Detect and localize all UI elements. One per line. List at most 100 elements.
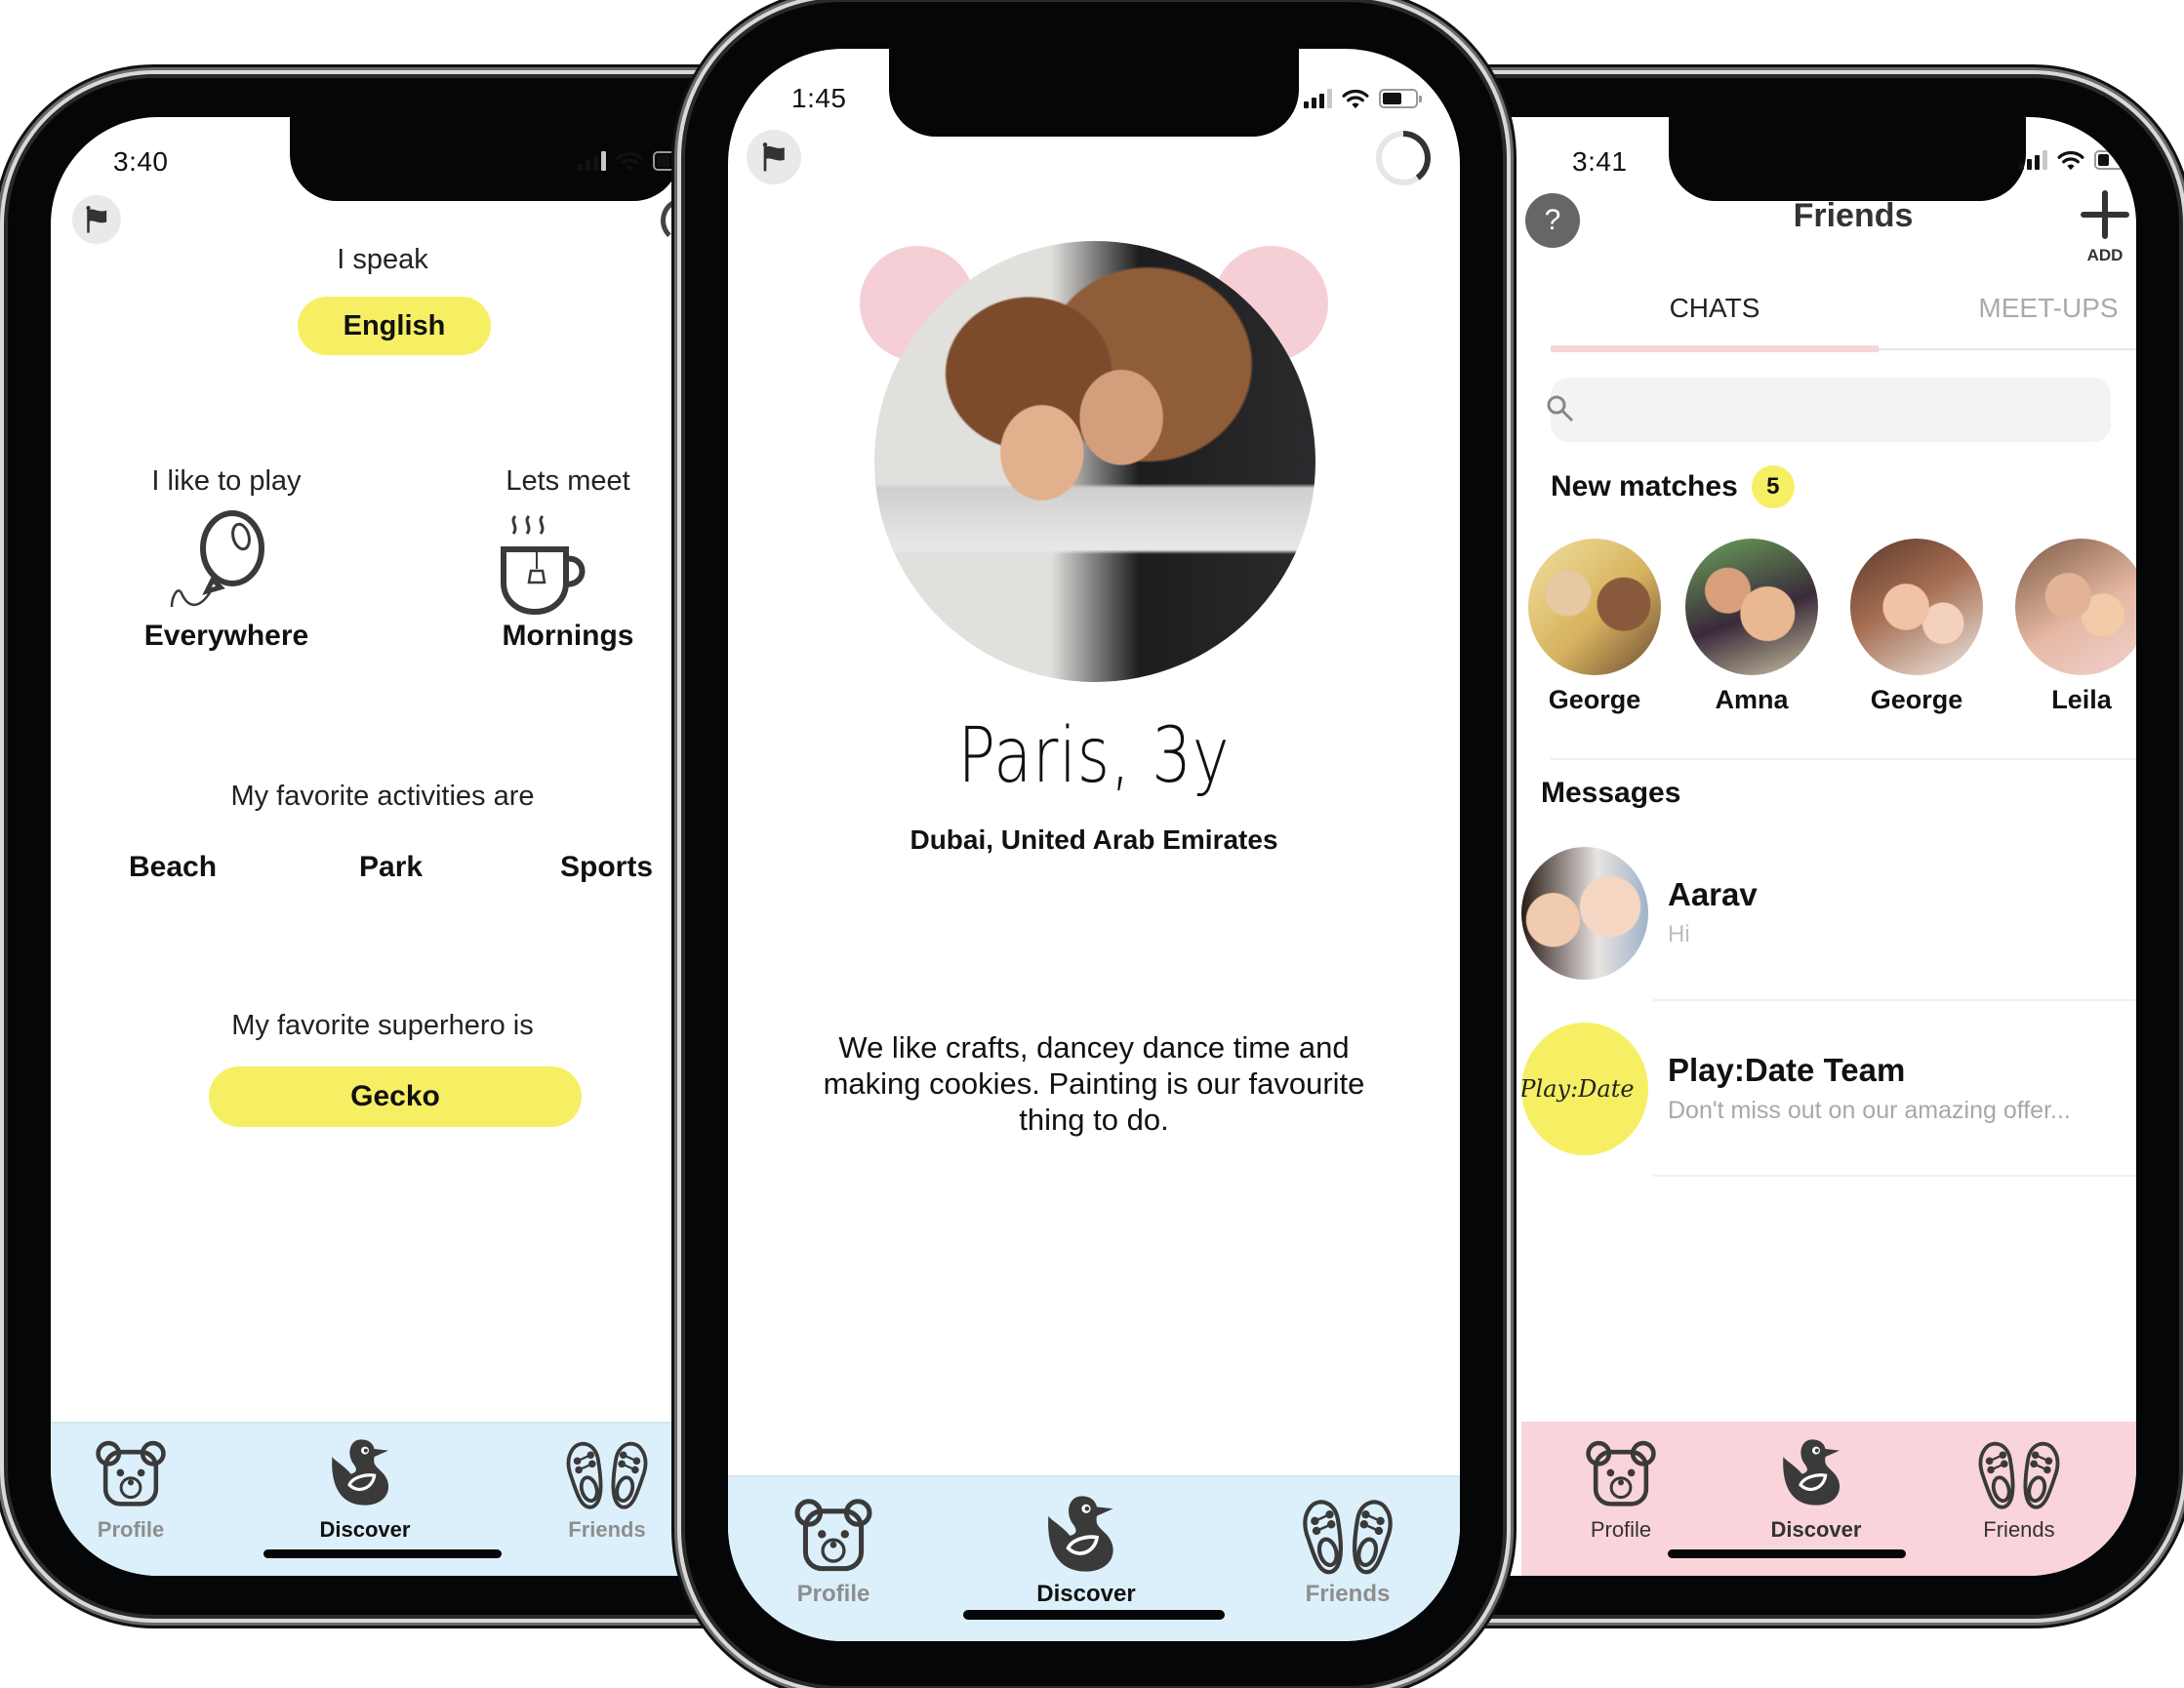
new-matches-header: New matches 5 [1551, 465, 1795, 508]
progress-ring-arc [1402, 131, 1431, 181]
status-time: 1:45 [791, 83, 847, 113]
report-flag-button[interactable] [747, 130, 801, 184]
plus-icon [2081, 190, 2129, 239]
profile-bio: We like crafts, dancey dance time and ma… [823, 1030, 1365, 1137]
tab-label: Discover [1036, 1581, 1136, 1607]
signal-icon [578, 151, 606, 171]
rubber-duck-icon [1775, 1433, 1857, 1511]
match-item[interactable]: George [1521, 539, 1668, 715]
message-sender: Play:Date Team [1668, 1052, 1906, 1088]
baby-shoes-icon [1294, 1495, 1401, 1577]
activities-label: My favorite activities are [230, 781, 535, 812]
message-preview: Don't miss out on our amazing offer... [1668, 1097, 2071, 1124]
baby-shoes-icon [1970, 1437, 2068, 1511]
page-title: Friends [1793, 197, 1914, 234]
avatar [1850, 539, 1983, 675]
progress-ring-icon[interactable] [1374, 129, 1433, 187]
teddy-bear-icon [90, 1437, 172, 1511]
balloon-icon [170, 510, 264, 608]
add-friend-button[interactable]: ADD [2080, 189, 2130, 265]
tab-label: Friends [1305, 1581, 1391, 1607]
avatar [1521, 847, 1648, 980]
tab-label: Profile [796, 1581, 870, 1607]
speak-label: I speak [337, 244, 428, 275]
match-name: George [1870, 685, 1963, 714]
tab-label: Profile [1590, 1517, 1652, 1542]
battery-icon [2094, 150, 2136, 170]
notch [1669, 117, 2026, 201]
tab-friends[interactable]: Friends [1970, 1424, 2068, 1576]
tea-cup-icon [501, 514, 586, 616]
help-button[interactable]: ? [1525, 193, 1580, 248]
teddy-bear-icon [1580, 1437, 1662, 1511]
new-matches-title: New matches [1551, 470, 1738, 502]
tab-label: Friends [568, 1517, 646, 1542]
profile-name-age: Paris, 3y [957, 712, 1231, 800]
status-time: 3:41 [1572, 146, 1628, 177]
add-label: ADD [2086, 246, 2123, 264]
match-name: Amna [1715, 685, 1789, 714]
match-name: Leila [2051, 685, 2112, 714]
home-indicator[interactable] [1668, 1549, 1906, 1558]
tab-label: Friends [1983, 1517, 2055, 1542]
tab-profile[interactable]: Profile [90, 1424, 172, 1576]
play-label: I like to play [151, 465, 302, 497]
search-input[interactable] [1547, 378, 2111, 442]
tab-meet-ups[interactable]: MEET-UPS [1941, 293, 2136, 324]
help-icon: ? [1544, 204, 1561, 236]
home-indicator[interactable] [263, 1549, 502, 1558]
row-divider [1653, 1175, 2136, 1177]
wifi-icon [616, 150, 643, 172]
profile-location: Dubai, United Arab Emirates [910, 824, 1278, 855]
rubber-duck-icon [1039, 1489, 1133, 1579]
tab-friends[interactable]: Friends [1294, 1477, 1401, 1641]
tab-label: Discover [1770, 1517, 1862, 1542]
active-tab-indicator [1551, 345, 1879, 352]
profile-photo[interactable] [874, 241, 1315, 682]
match-item[interactable]: Leila [2008, 539, 2136, 715]
avatar [1685, 539, 1818, 675]
notch [889, 49, 1299, 137]
language-pill-english[interactable]: English [298, 297, 491, 355]
tab-label: Discover [319, 1517, 411, 1542]
superhero-label: My favorite superhero is [231, 1010, 534, 1041]
match-item[interactable]: George [1843, 539, 1990, 715]
playdate-logo-text: Play:Date [1521, 1075, 1635, 1103]
tab-label: Profile [97, 1517, 165, 1542]
match-item[interactable]: Amna [1678, 539, 1825, 715]
activity-park: Park [359, 851, 424, 883]
tab-profile[interactable]: Profile [1580, 1424, 1662, 1576]
search-icon [1547, 395, 1574, 422]
home-indicator[interactable] [963, 1610, 1225, 1620]
avatar [1528, 539, 1661, 675]
message-preview: Hi [1668, 921, 1690, 947]
play-value: Everywhere [143, 620, 309, 652]
meet-label: Lets meet [506, 465, 630, 497]
playdate-logo-avatar: Play:Date [1521, 1023, 1648, 1155]
section-divider [1551, 758, 2136, 760]
tab-friends[interactable]: Friends [558, 1424, 656, 1576]
phone-center-discover: 1:45 Paris, 3y Dubai, United Arab Emirat… [685, 2, 1503, 1686]
status-icons [1304, 88, 1422, 109]
activity-sports: Sports [560, 851, 654, 883]
signal-icon [2019, 150, 2047, 170]
status-icons [578, 150, 696, 172]
status-icons [2019, 149, 2136, 171]
baby-shoes-icon [558, 1437, 656, 1511]
activity-beach: Beach [129, 851, 218, 883]
message-sender: Aarav [1668, 876, 1758, 912]
new-matches-count-badge: 5 [1751, 465, 1795, 508]
flag-icon [756, 140, 791, 175]
signal-icon [1304, 89, 1332, 108]
flag-icon [80, 203, 113, 236]
report-flag-button[interactable] [72, 195, 121, 244]
tab-profile[interactable]: Profile [789, 1477, 878, 1641]
avatar [2015, 539, 2136, 675]
superhero-pill[interactable]: Gecko [209, 1066, 582, 1127]
battery-icon [1379, 89, 1422, 108]
tab-chats[interactable]: CHATS [1617, 293, 1812, 324]
rubber-duck-icon [324, 1433, 406, 1511]
match-name: George [1548, 685, 1641, 714]
messages-title: Messages [1541, 777, 1681, 809]
teddy-bear-icon [789, 1495, 878, 1577]
